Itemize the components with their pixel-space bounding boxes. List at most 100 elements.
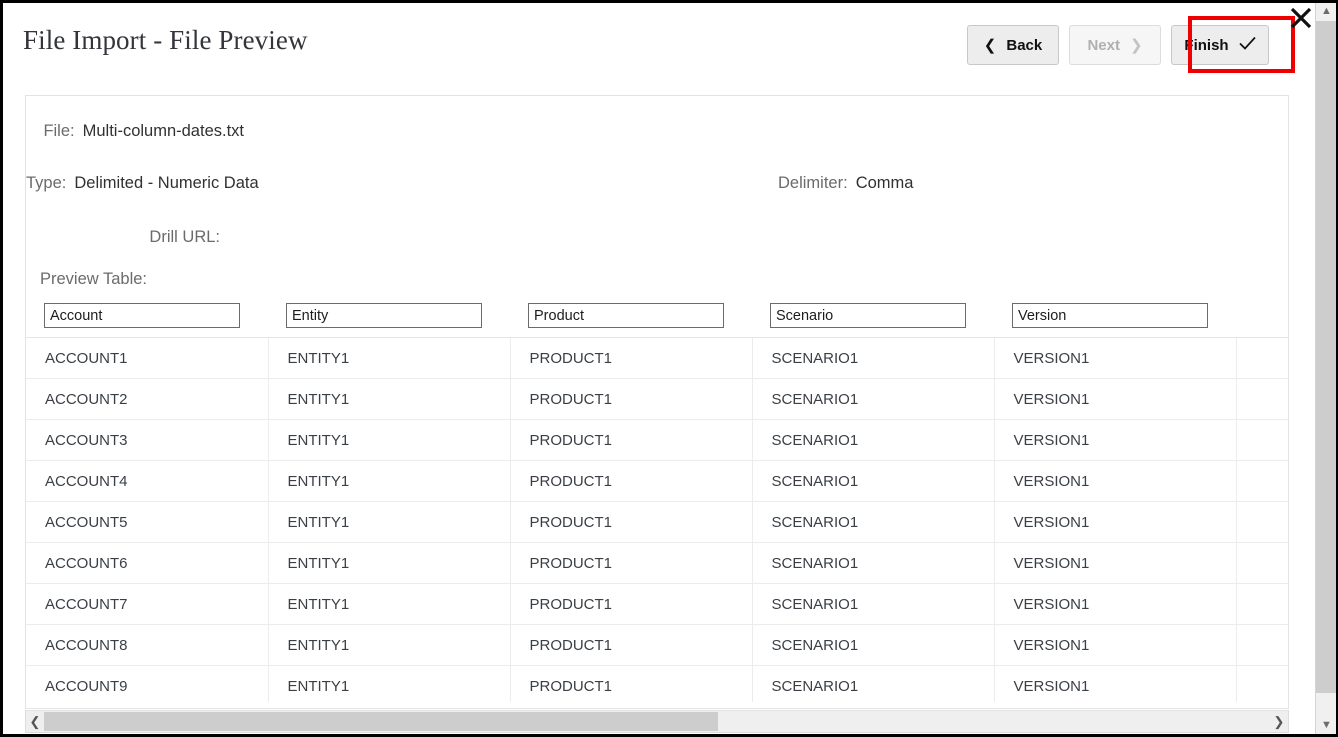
column-header-cell <box>268 298 510 338</box>
table-cell <box>1235 624 1288 666</box>
column-header-cell <box>1236 298 1288 338</box>
table-cell: ENTITY1 <box>267 419 510 461</box>
table-cell: SCENARIO1 <box>751 419 994 461</box>
delimiter-label: Delimiter: <box>778 174 848 192</box>
table-row[interactable]: ACCOUNT2 ENTITY1 PRODUCT1 SCENARIO1 VERSION1 <box>26 378 1288 420</box>
column-header-cell <box>26 298 268 338</box>
table-cell: ACCOUNT8 <box>26 624 268 666</box>
table-cell <box>1235 665 1288 702</box>
finish-button-label: Finish <box>1184 36 1229 54</box>
column-name-input-version[interactable] <box>1012 303 1208 328</box>
preview-table-header-row <box>26 298 1288 338</box>
table-cell: VERSION1 <box>993 542 1236 584</box>
table-cell: ACCOUNT3 <box>26 419 268 461</box>
table-row[interactable]: ACCOUNT3 ENTITY1 PRODUCT1 SCENARIO1 VERSION1 <box>26 419 1288 461</box>
table-cell: PRODUCT1 <box>509 460 752 502</box>
table-cell: PRODUCT1 <box>509 419 752 461</box>
table-cell: PRODUCT1 <box>509 665 752 702</box>
column-name-input-scenario[interactable] <box>770 303 966 328</box>
table-cell: ENTITY1 <box>267 337 510 379</box>
back-button-label: Back <box>1006 36 1043 54</box>
preview-table-label: Preview Table: <box>40 270 148 288</box>
table-cell: ENTITY1 <box>267 624 510 666</box>
table-cell <box>1235 460 1288 502</box>
table-cell: PRODUCT1 <box>509 501 752 543</box>
table-row[interactable]: ACCOUNT1 ENTITY1 PRODUCT1 SCENARIO1 VERSION1 <box>26 337 1288 379</box>
table-cell: VERSION1 <box>993 583 1236 625</box>
chevron-right-icon: ❯ <box>1129 37 1143 54</box>
table-cell: PRODUCT1 <box>509 583 752 625</box>
table-cell: ACCOUNT4 <box>26 460 268 502</box>
column-name-input-account[interactable] <box>44 303 240 328</box>
table-cell: SCENARIO1 <box>751 460 994 502</box>
table-cell: ENTITY1 <box>267 542 510 584</box>
table-cell: ACCOUNT5 <box>26 501 268 543</box>
table-cell: SCENARIO1 <box>751 378 994 420</box>
back-button[interactable]: ❮ Back <box>967 25 1059 65</box>
table-cell: ENTITY1 <box>267 501 510 543</box>
delimiter-value: Comma <box>855 174 914 192</box>
dialog-header: File Import - File Preview ❮ Back Next ❯… <box>3 3 1313 83</box>
table-row[interactable]: ACCOUNT5 ENTITY1 PRODUCT1 SCENARIO1 VERSION1 <box>26 501 1288 543</box>
table-cell: PRODUCT1 <box>509 624 752 666</box>
table-cell: PRODUCT1 <box>509 542 752 584</box>
table-cell: ENTITY1 <box>267 460 510 502</box>
table-cell: VERSION1 <box>993 501 1236 543</box>
chevron-up-icon[interactable]: ▲ <box>1316 3 1336 20</box>
table-cell: SCENARIO1 <box>751 542 994 584</box>
type-label: Type: <box>26 174 67 192</box>
column-name-input-product[interactable] <box>528 303 724 328</box>
table-cell: VERSION1 <box>993 665 1236 702</box>
horizontal-scrollbar-track[interactable] <box>44 712 1270 731</box>
table-cell: VERSION1 <box>993 337 1236 379</box>
table-cell <box>1235 419 1288 461</box>
column-name-input-entity[interactable] <box>286 303 482 328</box>
chevron-down-icon[interactable]: ▼ <box>1316 717 1336 734</box>
column-header-cell <box>752 298 994 338</box>
next-button[interactable]: Next ❯ <box>1069 25 1161 65</box>
file-value: Multi-column-dates.txt <box>82 122 244 140</box>
chevron-right-icon[interactable]: ❯ <box>1270 714 1288 730</box>
vertical-scrollbar[interactable]: ▲ ▼ <box>1315 3 1336 734</box>
table-cell <box>1235 542 1288 584</box>
table-row[interactable]: ACCOUNT9 ENTITY1 PRODUCT1 SCENARIO1 VERSION1 <box>26 665 1288 702</box>
table-cell: SCENARIO1 <box>751 501 994 543</box>
file-import-dialog: File Import - File Preview ❮ Back Next ❯… <box>0 0 1338 737</box>
table-cell: SCENARIO1 <box>751 337 994 379</box>
horizontal-scrollbar[interactable]: ❮ ❯ <box>25 710 1289 733</box>
table-cell: ACCOUNT9 <box>45 677 128 695</box>
table-row[interactable]: ACCOUNT6 ENTITY1 PRODUCT1 SCENARIO1 VERSION1 <box>26 542 1288 584</box>
file-label: File: <box>43 122 75 140</box>
file-row: File: Multi-column-dates.txt <box>26 122 244 141</box>
table-cell: ENTITY1 <box>267 378 510 420</box>
table-cell: ACCOUNT1 <box>26 337 268 379</box>
table-row[interactable]: ACCOUNT4 ENTITY1 PRODUCT1 SCENARIO1 VERSION1 <box>26 460 1288 502</box>
file-preview-panel: File: Multi-column-dates.txt Type: Delim… <box>25 95 1289 709</box>
column-header-cell <box>510 298 752 338</box>
drill-url-row: Drill URL: <box>26 228 244 247</box>
table-cell: ACCOUNT6 <box>26 542 268 584</box>
table-row[interactable]: ACCOUNT7 ENTITY1 PRODUCT1 SCENARIO1 VERSION1 <box>26 583 1288 625</box>
table-cell: SCENARIO1 <box>751 665 994 702</box>
wizard-button-group: ❮ Back Next ❯ Finish <box>967 25 1269 65</box>
table-cell <box>1235 337 1288 379</box>
table-cell: ACCOUNT7 <box>26 583 268 625</box>
close-icon[interactable] <box>1288 5 1314 31</box>
next-button-label: Next <box>1087 36 1120 54</box>
preview-table-scroll-region: ACCOUNT1ENTITY1PRODUCT1SCENARIO1VERSION1… <box>26 298 1288 702</box>
table-cell: ACCOUNT2 <box>26 378 268 420</box>
table-cell: PRODUCT1 <box>509 378 752 420</box>
vertical-scrollbar-thumb[interactable] <box>1316 21 1336 693</box>
table-cell: VERSION1 <box>993 419 1236 461</box>
table-cell <box>1235 583 1288 625</box>
table-row[interactable]: ACCOUNT8 ENTITY1 PRODUCT1 SCENARIO1 VERSION1 <box>26 624 1288 666</box>
chevron-left-icon[interactable]: ❮ <box>26 714 44 730</box>
table-cell: ENTITY1 <box>267 583 510 625</box>
page-title: File Import - File Preview <box>23 25 308 55</box>
type-value: Delimited - Numeric Data <box>74 174 259 192</box>
finish-button[interactable]: Finish <box>1171 25 1269 65</box>
drill-url-label: Drill URL: <box>149 228 220 246</box>
table-cell: ENTITY1 <box>267 665 510 702</box>
table-cell <box>1235 378 1288 420</box>
horizontal-scrollbar-thumb[interactable] <box>44 712 719 731</box>
